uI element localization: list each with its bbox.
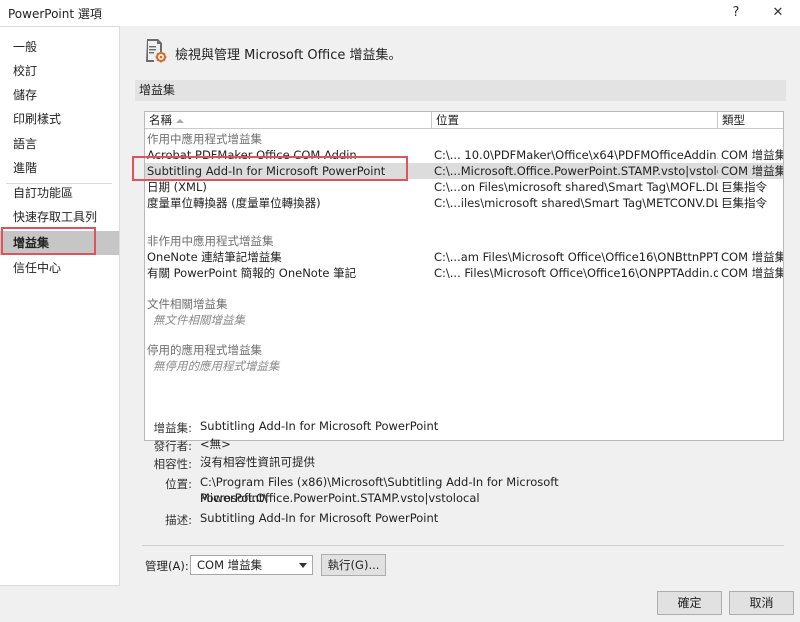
detail-label-addin: 增益集: xyxy=(153,421,192,435)
detail-label-compat: 相容性: xyxy=(153,457,192,471)
window-title: PowerPoint 選項 xyxy=(8,7,102,21)
manage-dropdown[interactable]: COM 增益集 xyxy=(190,555,313,575)
chevron-down-icon xyxy=(299,563,307,568)
sidebar-item-proofing[interactable]: 校訂 xyxy=(0,59,119,83)
sidebar-item-trust-center[interactable]: 信任中心 xyxy=(0,256,119,280)
close-icon[interactable]: ✕ xyxy=(760,0,796,26)
sort-ascending-icon xyxy=(176,118,184,123)
sidebar-item-language[interactable]: 語言 xyxy=(0,132,119,156)
detail-value-description: Subtitling Add-In for Microsoft PowerPoi… xyxy=(200,511,439,525)
go-button[interactable]: 執行(G)... xyxy=(321,554,386,576)
table-row[interactable]: 日期 (XML) C:\...on Files\microsoft shared… xyxy=(145,179,783,195)
addins-table: 名稱 位置 類型 作用中應用程式增益集 Acrobat PDFMaker Off… xyxy=(144,111,784,441)
addins-gear-icon xyxy=(146,39,167,63)
table-header: 名稱 位置 類型 xyxy=(145,112,783,129)
title-bar: PowerPoint 選項 ? ✕ xyxy=(0,0,800,26)
group-inactive: 非作用中應用程式增益集 xyxy=(147,234,274,248)
group-document-empty: 無文件相關增益集 xyxy=(153,313,245,327)
column-header-type[interactable]: 類型 xyxy=(718,112,783,129)
ok-button[interactable]: 確定 xyxy=(657,591,722,615)
group-document: 文件相關增益集 xyxy=(147,297,228,311)
section-header: 增益集 xyxy=(135,80,786,101)
sidebar: 一般 校訂 儲存 印刷樣式 語言 進階 自訂功能區 快速存取工具列 增益集 信任… xyxy=(0,26,120,586)
table-row-selected[interactable]: Subtitling Add-In for Microsoft PowerPoi… xyxy=(145,163,783,179)
detail-value-addin: Subtitling Add-In for Microsoft PowerPoi… xyxy=(200,419,439,433)
group-active: 作用中應用程式增益集 xyxy=(147,132,262,146)
help-icon[interactable]: ? xyxy=(718,0,754,26)
manage-label: 管理(A): xyxy=(145,559,189,573)
column-header-name[interactable]: 名稱 xyxy=(145,112,432,129)
sidebar-item-quick-access[interactable]: 快速存取工具列 xyxy=(0,205,119,229)
main-panel: 檢視與管理 Microsoft Office 增益集。 增益集 名稱 位置 類型… xyxy=(120,26,800,586)
table-row[interactable]: 度量單位轉換器 (度量單位轉換器) C:\...iles\microsoft s… xyxy=(145,195,783,211)
divider xyxy=(142,545,784,546)
sidebar-item-print-style[interactable]: 印刷樣式 xyxy=(0,107,119,131)
sidebar-item-customize-ribbon[interactable]: 自訂功能區 xyxy=(0,181,119,205)
detail-label-publisher: 發行者: xyxy=(153,439,192,453)
sidebar-item-advanced[interactable]: 進階 xyxy=(0,156,119,180)
detail-value-compat: 沒有相容性資訊可提供 xyxy=(200,455,315,469)
sidebar-item-addins[interactable]: 增益集 xyxy=(0,231,119,255)
sidebar-item-save[interactable]: 儲存 xyxy=(0,83,119,107)
column-header-location[interactable]: 位置 xyxy=(432,112,718,129)
table-row[interactable]: 有關 PowerPoint 簡報的 OneNote 筆記 C:\... File… xyxy=(145,265,783,281)
detail-value-publisher: <無> xyxy=(200,437,231,451)
table-row[interactable]: Acrobat PDFMaker Office COM Addin C:\...… xyxy=(145,147,783,163)
page-title: 檢視與管理 Microsoft Office 增益集。 xyxy=(175,48,402,63)
detail-value-location-2: Microsoft.Office.PowerPoint.STAMP.vsto|v… xyxy=(200,491,480,505)
detail-label-location: 位置: xyxy=(165,477,192,491)
table-row[interactable]: OneNote 連結筆記增益集 C:\...am Files\Microsoft… xyxy=(145,249,783,265)
detail-label-description: 描述: xyxy=(165,513,192,527)
sidebar-item-general[interactable]: 一般 xyxy=(0,35,119,59)
group-disabled-empty: 無停用的應用程式增益集 xyxy=(153,359,280,373)
cancel-button[interactable]: 取消 xyxy=(729,591,794,615)
group-disabled: 停用的應用程式增益集 xyxy=(147,343,262,357)
